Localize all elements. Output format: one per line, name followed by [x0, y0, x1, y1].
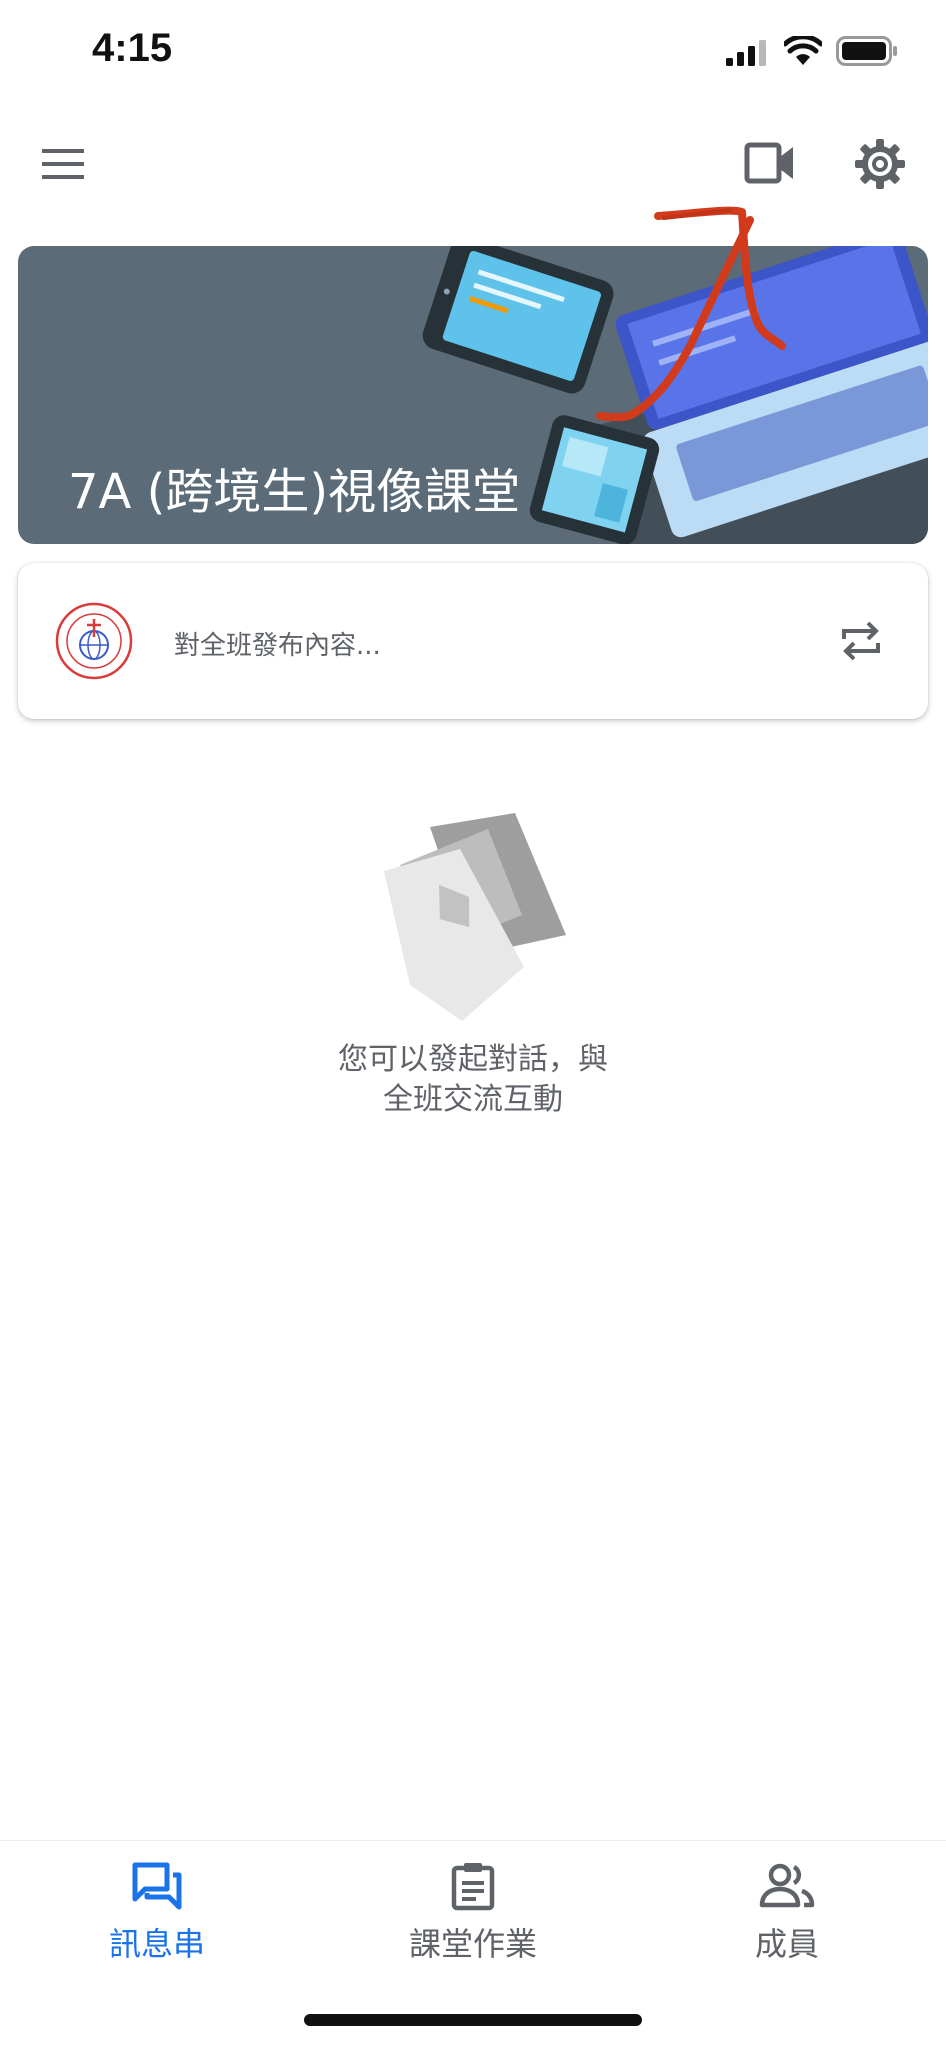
avatar: [55, 602, 133, 680]
stream-icon: [132, 1862, 182, 1910]
signal-icon: [726, 40, 766, 66]
people-icon: [759, 1863, 815, 1908]
post-placeholder[interactable]: 對全班發布內容...: [174, 625, 381, 662]
nav-classwork-label: 課堂作業: [408, 1925, 537, 1963]
nav-stream-label: 訊息串: [108, 1925, 205, 1963]
course-banner[interactable]: 7A (跨境生)視像課堂: [18, 246, 928, 544]
empty-state-message: 您可以發起對話，與 全班交流互動: [0, 1040, 946, 1120]
nav-people-label: 成員: [754, 1925, 819, 1963]
app-bar: [0, 110, 946, 220]
course-title: 7A (跨境生)視像課堂: [68, 464, 521, 520]
repeat-icon[interactable]: [838, 617, 884, 665]
classwork-icon: [451, 1863, 495, 1911]
nav-people[interactable]: 成員: [677, 1861, 897, 1965]
nav-classwork[interactable]: 課堂作業: [363, 1861, 583, 1965]
announce-card[interactable]: 對全班發布內容...: [18, 563, 928, 719]
gear-icon[interactable]: [854, 138, 906, 190]
empty-stream-illustration: [384, 813, 566, 1021]
home-indicator: [304, 2014, 642, 2026]
status-time: 4:15: [92, 26, 173, 70]
nav-stream[interactable]: 訊息串: [47, 1861, 267, 1965]
empty-state-line-1: 您可以發起對話，與: [338, 1042, 608, 1077]
video-camera-icon[interactable]: [744, 140, 796, 186]
wifi-icon: [784, 36, 822, 65]
menu-icon[interactable]: [40, 146, 86, 182]
battery-icon: [836, 36, 897, 66]
annotation-arrow: [596, 206, 786, 422]
empty-state-line-2: 全班交流互動: [383, 1082, 563, 1117]
status-bar: 4:15: [0, 0, 946, 100]
